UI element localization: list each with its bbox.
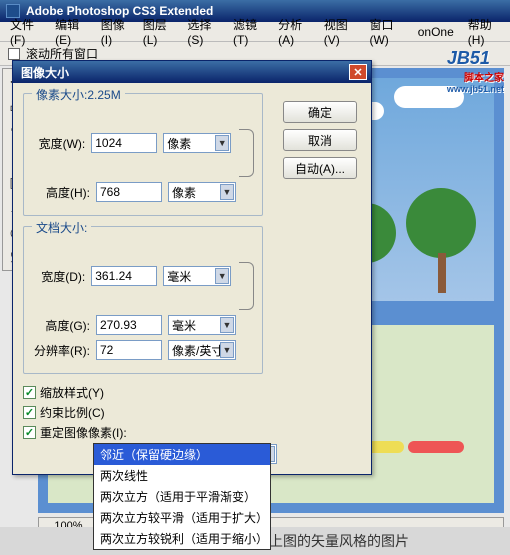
- image-size-dialog: 图像大小 ✕ 确定 取消 自动(A)... 像素大小:2.25M 宽度(W): …: [12, 60, 372, 475]
- auto-button[interactable]: 自动(A)...: [283, 157, 357, 179]
- chevron-down-icon[interactable]: ▼: [215, 268, 229, 284]
- height-h-label: 高度(H):: [32, 184, 90, 201]
- menu-image[interactable]: 图像(I): [95, 14, 135, 49]
- menu-select[interactable]: 选择(S): [181, 14, 225, 49]
- chevron-down-icon[interactable]: ▼: [220, 317, 234, 333]
- menu-analysis[interactable]: 分析(A): [272, 14, 316, 49]
- chevron-down-icon[interactable]: ▼: [215, 135, 229, 151]
- chevron-down-icon[interactable]: ▼: [220, 184, 234, 200]
- pixel-dimensions-label: 像素大小:2.25M: [32, 86, 125, 103]
- watermark-main: JB51: [447, 48, 490, 68]
- canvas-boat: [408, 441, 464, 453]
- dropdown-option-nearest[interactable]: 邻近（保留硬边缘）: [94, 444, 270, 465]
- canvas-trunk: [438, 253, 446, 293]
- link-icon[interactable]: [239, 262, 254, 310]
- link-icon[interactable]: [239, 129, 254, 177]
- document-size-label: 文档大小:: [32, 219, 91, 236]
- resolution-input[interactable]: [96, 340, 162, 360]
- menu-edit[interactable]: 编辑(E): [49, 14, 93, 49]
- width-w-label: 宽度(W):: [32, 135, 85, 152]
- width-mm-input[interactable]: [91, 266, 157, 286]
- canvas-tree: [406, 188, 476, 258]
- height-g-label: 高度(G):: [32, 317, 90, 334]
- watermark-sub: 脚本之家: [447, 69, 504, 84]
- menu-onone[interactable]: onOne: [412, 23, 460, 41]
- pixel-dimensions-group: 像素大小:2.25M 宽度(W): ▼ 高度(H): ▼: [23, 93, 263, 216]
- resolution-label: 分辨率(R):: [32, 342, 90, 359]
- watermark: JB51 脚本之家 www.jb51.net: [447, 48, 504, 94]
- height-px-input[interactable]: [96, 182, 162, 202]
- dropdown-option-bicubic-smoother[interactable]: 两次立方较平滑（适用于扩大）: [94, 507, 270, 528]
- ok-button[interactable]: 确定: [283, 101, 357, 123]
- menu-help[interactable]: 帮助(H): [462, 14, 506, 49]
- dropdown-option-bicubic[interactable]: 两次立方（适用于平滑渐变）: [94, 486, 270, 507]
- watermark-url: www.jb51.net: [447, 84, 504, 94]
- close-icon[interactable]: ✕: [349, 64, 367, 80]
- menu-view[interactable]: 视图(V): [318, 14, 362, 49]
- resample-dropdown: 邻近（保留硬边缘） 两次线性 两次立方（适用于平滑渐变） 两次立方较平滑（适用于…: [93, 443, 271, 550]
- menu-file[interactable]: 文件(F): [4, 14, 47, 49]
- width-d-label: 宽度(D):: [32, 268, 85, 285]
- scale-styles-checkbox[interactable]: ✓: [23, 386, 36, 399]
- constrain-proportions-label: 约束比例(C): [40, 404, 105, 421]
- dropdown-option-bilinear[interactable]: 两次线性: [94, 465, 270, 486]
- cancel-button[interactable]: 取消: [283, 129, 357, 151]
- chevron-down-icon[interactable]: ▼: [220, 342, 234, 358]
- scale-styles-label: 缩放样式(Y): [40, 384, 104, 401]
- menu-filter[interactable]: 滤镜(T): [227, 14, 270, 49]
- dropdown-option-bicubic-sharper[interactable]: 两次立方较锐利（适用于缩小）: [94, 528, 270, 549]
- scroll-all-checkbox[interactable]: [8, 48, 20, 60]
- dialog-buttons: 确定 取消 自动(A)...: [283, 101, 357, 179]
- dialog-titlebar[interactable]: 图像大小 ✕: [13, 61, 371, 83]
- resample-checkbox[interactable]: ✓: [23, 426, 36, 439]
- dialog-title: 图像大小: [21, 64, 69, 81]
- menu-layer[interactable]: 图层(L): [137, 14, 180, 49]
- document-size-group: 文档大小: 宽度(D): ▼ 高度(G): ▼ 分辨率(R):: [23, 226, 263, 374]
- resample-label: 重定图像像素(I):: [40, 424, 127, 441]
- width-px-input[interactable]: [91, 133, 157, 153]
- menubar: 文件(F) 编辑(E) 图像(I) 图层(L) 选择(S) 滤镜(T) 分析(A…: [0, 22, 510, 42]
- menu-window[interactable]: 窗口(W): [363, 14, 409, 49]
- constrain-proportions-checkbox[interactable]: ✓: [23, 406, 36, 419]
- height-mm-input[interactable]: [96, 315, 162, 335]
